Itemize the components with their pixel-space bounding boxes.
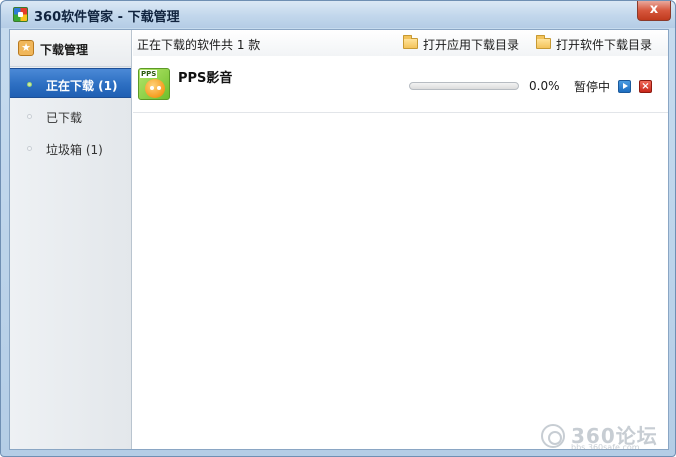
download-row[interactable]: PPS PPS影音 0.0% 暂停中 ×: [133, 57, 668, 113]
mascot-eye-icon: [157, 86, 161, 90]
window-title: 360软件管家 - 下载管理: [34, 10, 180, 25]
close-button[interactable]: x: [637, 1, 671, 21]
sidebar-header-title: 下载管理: [40, 43, 89, 57]
sidebar-item-label: 已下载: [46, 111, 83, 125]
download-status: 暂停中: [574, 80, 611, 94]
app-window: 360软件管家 - 下载管理 x ★ 下载管理 正在下载 (1) 已下载 垃圾箱…: [0, 0, 676, 457]
star-badge-icon: ★: [18, 40, 34, 56]
sidebar-item-downloaded[interactable]: 已下载: [10, 101, 131, 131]
title-bar[interactable]: 360软件管家 - 下载管理 x: [1, 1, 675, 28]
pps-tag: PPS: [140, 70, 158, 78]
bullet-icon: [27, 82, 32, 87]
sidebar-item-downloading[interactable]: 正在下载 (1): [10, 68, 131, 98]
sidebar-item-label: 垃圾箱 (1): [46, 143, 103, 157]
bullet-icon: [27, 114, 32, 119]
open-software-dir-label: 打开软件下载目录: [556, 38, 653, 52]
progress-percent: 0.0%: [529, 79, 560, 93]
forum-watermark: 360论坛 bbs.360safe.com: [541, 420, 671, 452]
client-area: ★ 下载管理 正在下载 (1) 已下载 垃圾箱 (1) 正在下载的软件共 1 款: [9, 29, 669, 450]
download-count-text: 正在下载的软件共 1 款: [137, 38, 261, 52]
folder-icon: [403, 35, 418, 49]
download-progress-bar: [409, 82, 519, 90]
main-panel: 正在下载的软件共 1 款 打开应用下载目录 打开软件下载目录 PPS PPS影音…: [133, 30, 668, 449]
delete-button[interactable]: ×: [639, 80, 652, 93]
watermark-url: bbs.360safe.com: [571, 443, 640, 452]
watermark-logo-icon: [541, 424, 565, 448]
sidebar: ★ 下载管理 正在下载 (1) 已下载 垃圾箱 (1): [10, 30, 132, 449]
pps-app-icon: PPS: [138, 68, 170, 100]
sidebar-item-label: 正在下载 (1): [46, 79, 118, 93]
app-name: PPS影音: [178, 71, 233, 86]
sidebar-header: ★ 下载管理: [10, 30, 131, 67]
app-logo-icon: [13, 7, 28, 22]
main-toolbar: 正在下载的软件共 1 款 打开应用下载目录 打开软件下载目录: [133, 30, 668, 56]
bullet-icon: [27, 146, 32, 151]
sidebar-item-trash[interactable]: 垃圾箱 (1): [10, 133, 131, 163]
resume-button[interactable]: [618, 80, 631, 93]
mascot-eye-icon: [150, 86, 154, 90]
open-app-dir-label: 打开应用下载目录: [423, 38, 520, 52]
folder-icon: [536, 35, 551, 49]
mascot-face-icon: [145, 79, 165, 98]
